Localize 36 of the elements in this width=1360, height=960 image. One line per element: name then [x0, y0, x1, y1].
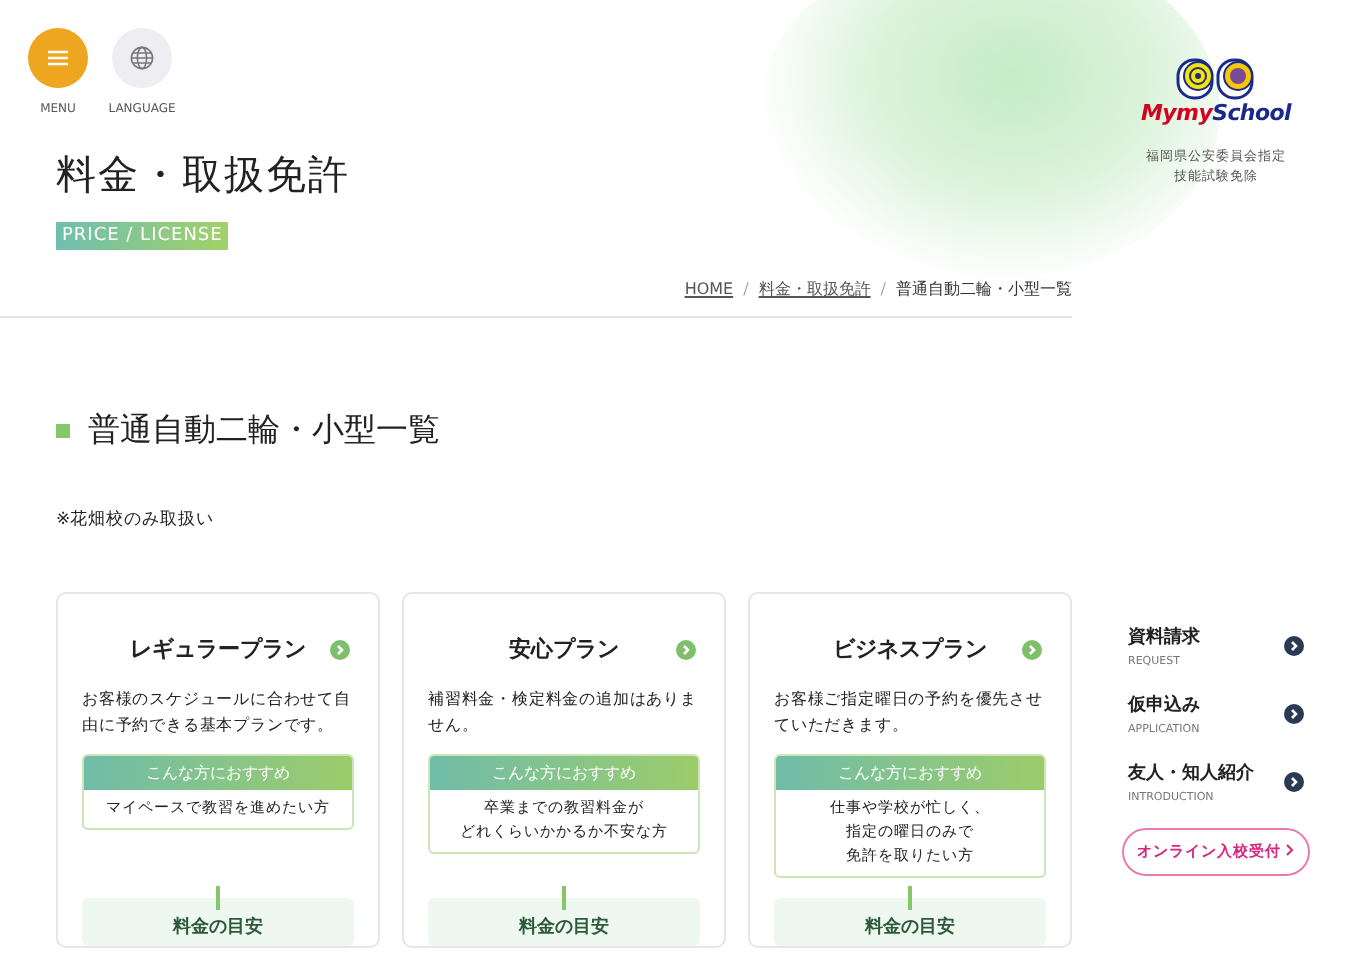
- note-text: ※花畑校のみ取扱い: [56, 508, 217, 532]
- language-button[interactable]: [112, 28, 172, 88]
- arrow-circle-icon: [1022, 640, 1042, 660]
- connector-line: [908, 886, 912, 910]
- arrow-circle-icon: [676, 640, 696, 660]
- breadcrumb-current: 普通自動二輪・小型一覧: [896, 278, 1072, 300]
- connector-line: [216, 886, 220, 910]
- plan-description: お客様のスケジュールに合わせて自由に予約できる基本プランです。: [82, 688, 353, 738]
- heading-marker: [56, 424, 70, 438]
- plan-description: お客様ご指定曜日の予約を優先させていただきます。: [774, 688, 1045, 738]
- plan-title[interactable]: レギュラープラン: [130, 634, 306, 664]
- breadcrumb-link[interactable]: 料金・取扱免許: [758, 278, 871, 300]
- price-panel: 料金の目安: [428, 898, 700, 946]
- globe-icon: [130, 46, 154, 70]
- breadcrumb-separator: /: [880, 280, 886, 298]
- plan-description: 補習料金・検定料金の追加はありません。: [428, 688, 699, 738]
- recommend-header: こんな方におすすめ: [776, 755, 1044, 790]
- page-tag: PRICE / LICENSE: [56, 222, 229, 250]
- chevron-icon: [1286, 843, 1295, 856]
- breadcrumb-separator: /: [743, 280, 749, 298]
- logo-text: MymySchool: [1141, 100, 1291, 126]
- page-title: 料金・取扱免許: [56, 148, 352, 202]
- arrow-circle-icon: [330, 640, 350, 660]
- menu-icon: [48, 50, 68, 66]
- recommend-header: こんな方におすすめ: [430, 755, 698, 790]
- connector-line: [562, 886, 566, 910]
- arrow-circle-icon: [1284, 635, 1304, 656]
- price-panel: 料金の目安: [82, 898, 354, 946]
- breadcrumb-link[interactable]: HOME: [684, 280, 734, 298]
- section-title: 普通自動二輪・小型一覧: [88, 410, 440, 452]
- plan-title[interactable]: 安心プラン: [509, 634, 619, 664]
- arrow-circle-icon: [1284, 771, 1304, 792]
- recommend-header: こんな方におすすめ: [84, 755, 352, 790]
- plan-title[interactable]: ビジネスプラン: [833, 634, 987, 664]
- arrow-circle-icon: [1284, 703, 1304, 724]
- price-panel: 料金の目安: [774, 898, 1046, 946]
